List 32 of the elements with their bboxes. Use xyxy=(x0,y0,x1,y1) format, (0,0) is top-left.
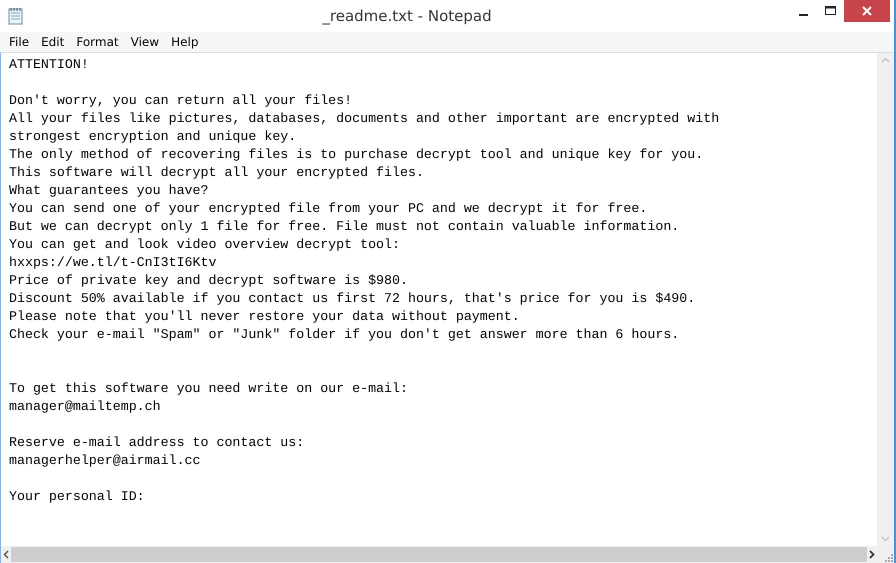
text-line: manager@mailtemp.ch xyxy=(9,399,161,414)
text-line: The only method of recovering files is to purchase decrypt tool and unique key for you. xyxy=(9,147,704,162)
maximize-icon xyxy=(825,6,836,16)
resize-grip-icon[interactable] xyxy=(884,553,894,563)
text-line: What guarantees you have? xyxy=(9,183,208,198)
close-button[interactable] xyxy=(844,0,890,22)
text-line: You can send one of your encrypted file from your PC and we decrypt it for free. xyxy=(9,201,648,216)
text-line: hxxps://we.tl/t-CnI3tI6Ktv xyxy=(9,255,216,270)
text-line: Please note that you'll never restore your data without payment. xyxy=(9,309,520,324)
text-line: strongest encryption and unique key. xyxy=(9,129,296,144)
text-line: You can get and look video overview decrypt tool: xyxy=(9,237,400,252)
text-line: Reserve e-mail address to contact us: xyxy=(9,435,304,450)
text-line: This software will decrypt all your encrypted files. xyxy=(9,165,424,180)
close-icon xyxy=(862,6,872,16)
menu-item[interactable]: Help xyxy=(165,35,204,49)
menu-item[interactable]: File xyxy=(3,35,36,49)
menu-item[interactable]: Format xyxy=(70,35,125,49)
menu-item[interactable]: View xyxy=(124,35,166,49)
text-line: All your files like pictures, databases, documents and other important are encrypted with xyxy=(9,111,720,126)
notepad-icon xyxy=(8,7,24,25)
window-title: _readme.txt - Notepad xyxy=(321,7,493,25)
text-line: Don't worry, you can return all your files! xyxy=(9,93,352,108)
text-line: To get this software you need write on our e-mail: xyxy=(9,381,408,396)
minimize-icon xyxy=(799,14,808,16)
text-line: Price of private key and decrypt software is $980. xyxy=(9,273,408,288)
text-line: ATTENTION! xyxy=(9,57,89,72)
text-line: But we can decrypt only 1 file for free. File must not contain valuable information. xyxy=(9,219,680,234)
text-line: Check your e-mail "Spam" or "Junk" folder if you don't get answer more than 6 hours. xyxy=(9,327,680,342)
text-line: managerhelper@airmail.cc xyxy=(9,453,201,468)
menu-item[interactable]: Edit xyxy=(35,35,70,49)
text-line: Discount 50% available if you contact us first 72 hours, that's price for you is $490. xyxy=(9,291,696,306)
text-line: Your personal ID: xyxy=(9,489,145,504)
